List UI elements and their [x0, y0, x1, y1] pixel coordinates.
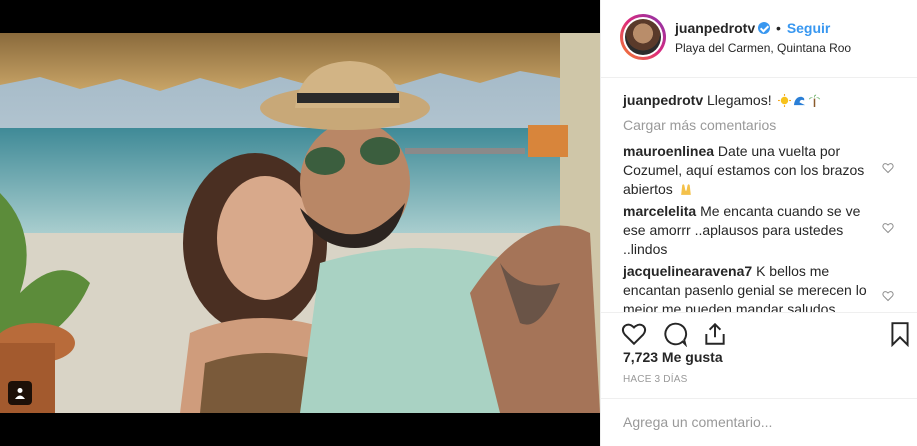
like-comment-heart-icon[interactable] — [882, 162, 894, 174]
raised-hands-emoji — [680, 184, 691, 195]
follow-button[interactable]: Seguir — [787, 20, 831, 36]
add-comment-section — [601, 398, 917, 446]
comment-item: jacquelinearavena7 K bellos me encantan … — [623, 262, 868, 312]
sun-emoji — [777, 94, 791, 107]
comment-username[interactable]: mauroenlinea — [623, 143, 714, 159]
comment-username[interactable]: marcelelita — [623, 203, 696, 219]
caption-username[interactable]: juanpedrotv — [623, 92, 703, 108]
likes-count[interactable]: 7,723 Me gusta — [623, 349, 723, 365]
comment-item: marcelelita Me encanta cuando se ve ese … — [623, 202, 868, 259]
header-user-line: juanpedrotv • Seguir — [675, 20, 830, 36]
like-comment-heart-icon[interactable] — [882, 222, 894, 234]
instagram-post: juanpedrotv • Seguir Playa del Carmen, Q… — [0, 0, 917, 446]
verified-badge-icon — [758, 22, 771, 34]
post-timestamp[interactable]: HACE 3 DÍAS — [623, 374, 687, 385]
post-media[interactable] — [0, 0, 600, 446]
load-more-comments-button[interactable]: Cargar más comentarios — [623, 117, 776, 133]
post-side-panel: juanpedrotv • Seguir Playa del Carmen, Q… — [600, 0, 917, 446]
comment-bubble-icon[interactable] — [662, 321, 688, 347]
add-comment-input[interactable] — [621, 413, 895, 431]
caption-text: Llegamos! — [707, 92, 772, 108]
comment-item: mauroenlinea Date una vuelta por Cozumel… — [623, 142, 868, 199]
comments-list[interactable]: juanpedrotv Llegamos! Cargar más comenta… — [601, 78, 917, 312]
location-link[interactable]: Playa del Carmen, Quintana Roo — [675, 41, 851, 55]
wave-emoji — [793, 96, 805, 106]
save-bookmark-icon[interactable] — [887, 321, 913, 347]
separator-dot: • — [776, 20, 781, 36]
avatar-image — [625, 19, 661, 55]
header-username[interactable]: juanpedrotv — [675, 20, 755, 36]
like-heart-icon[interactable] — [621, 321, 647, 347]
palm-tree-emoji — [808, 94, 820, 107]
share-icon[interactable] — [702, 321, 728, 347]
tagged-people-icon[interactable] — [8, 381, 32, 405]
comment-username[interactable]: jacquelinearavena7 — [623, 263, 752, 279]
caption: juanpedrotv Llegamos! — [623, 91, 903, 109]
post-header: juanpedrotv • Seguir Playa del Carmen, Q… — [601, 0, 917, 78]
avatar[interactable] — [620, 14, 666, 60]
like-comment-heart-icon[interactable] — [882, 290, 894, 302]
post-photo[interactable] — [0, 33, 600, 413]
